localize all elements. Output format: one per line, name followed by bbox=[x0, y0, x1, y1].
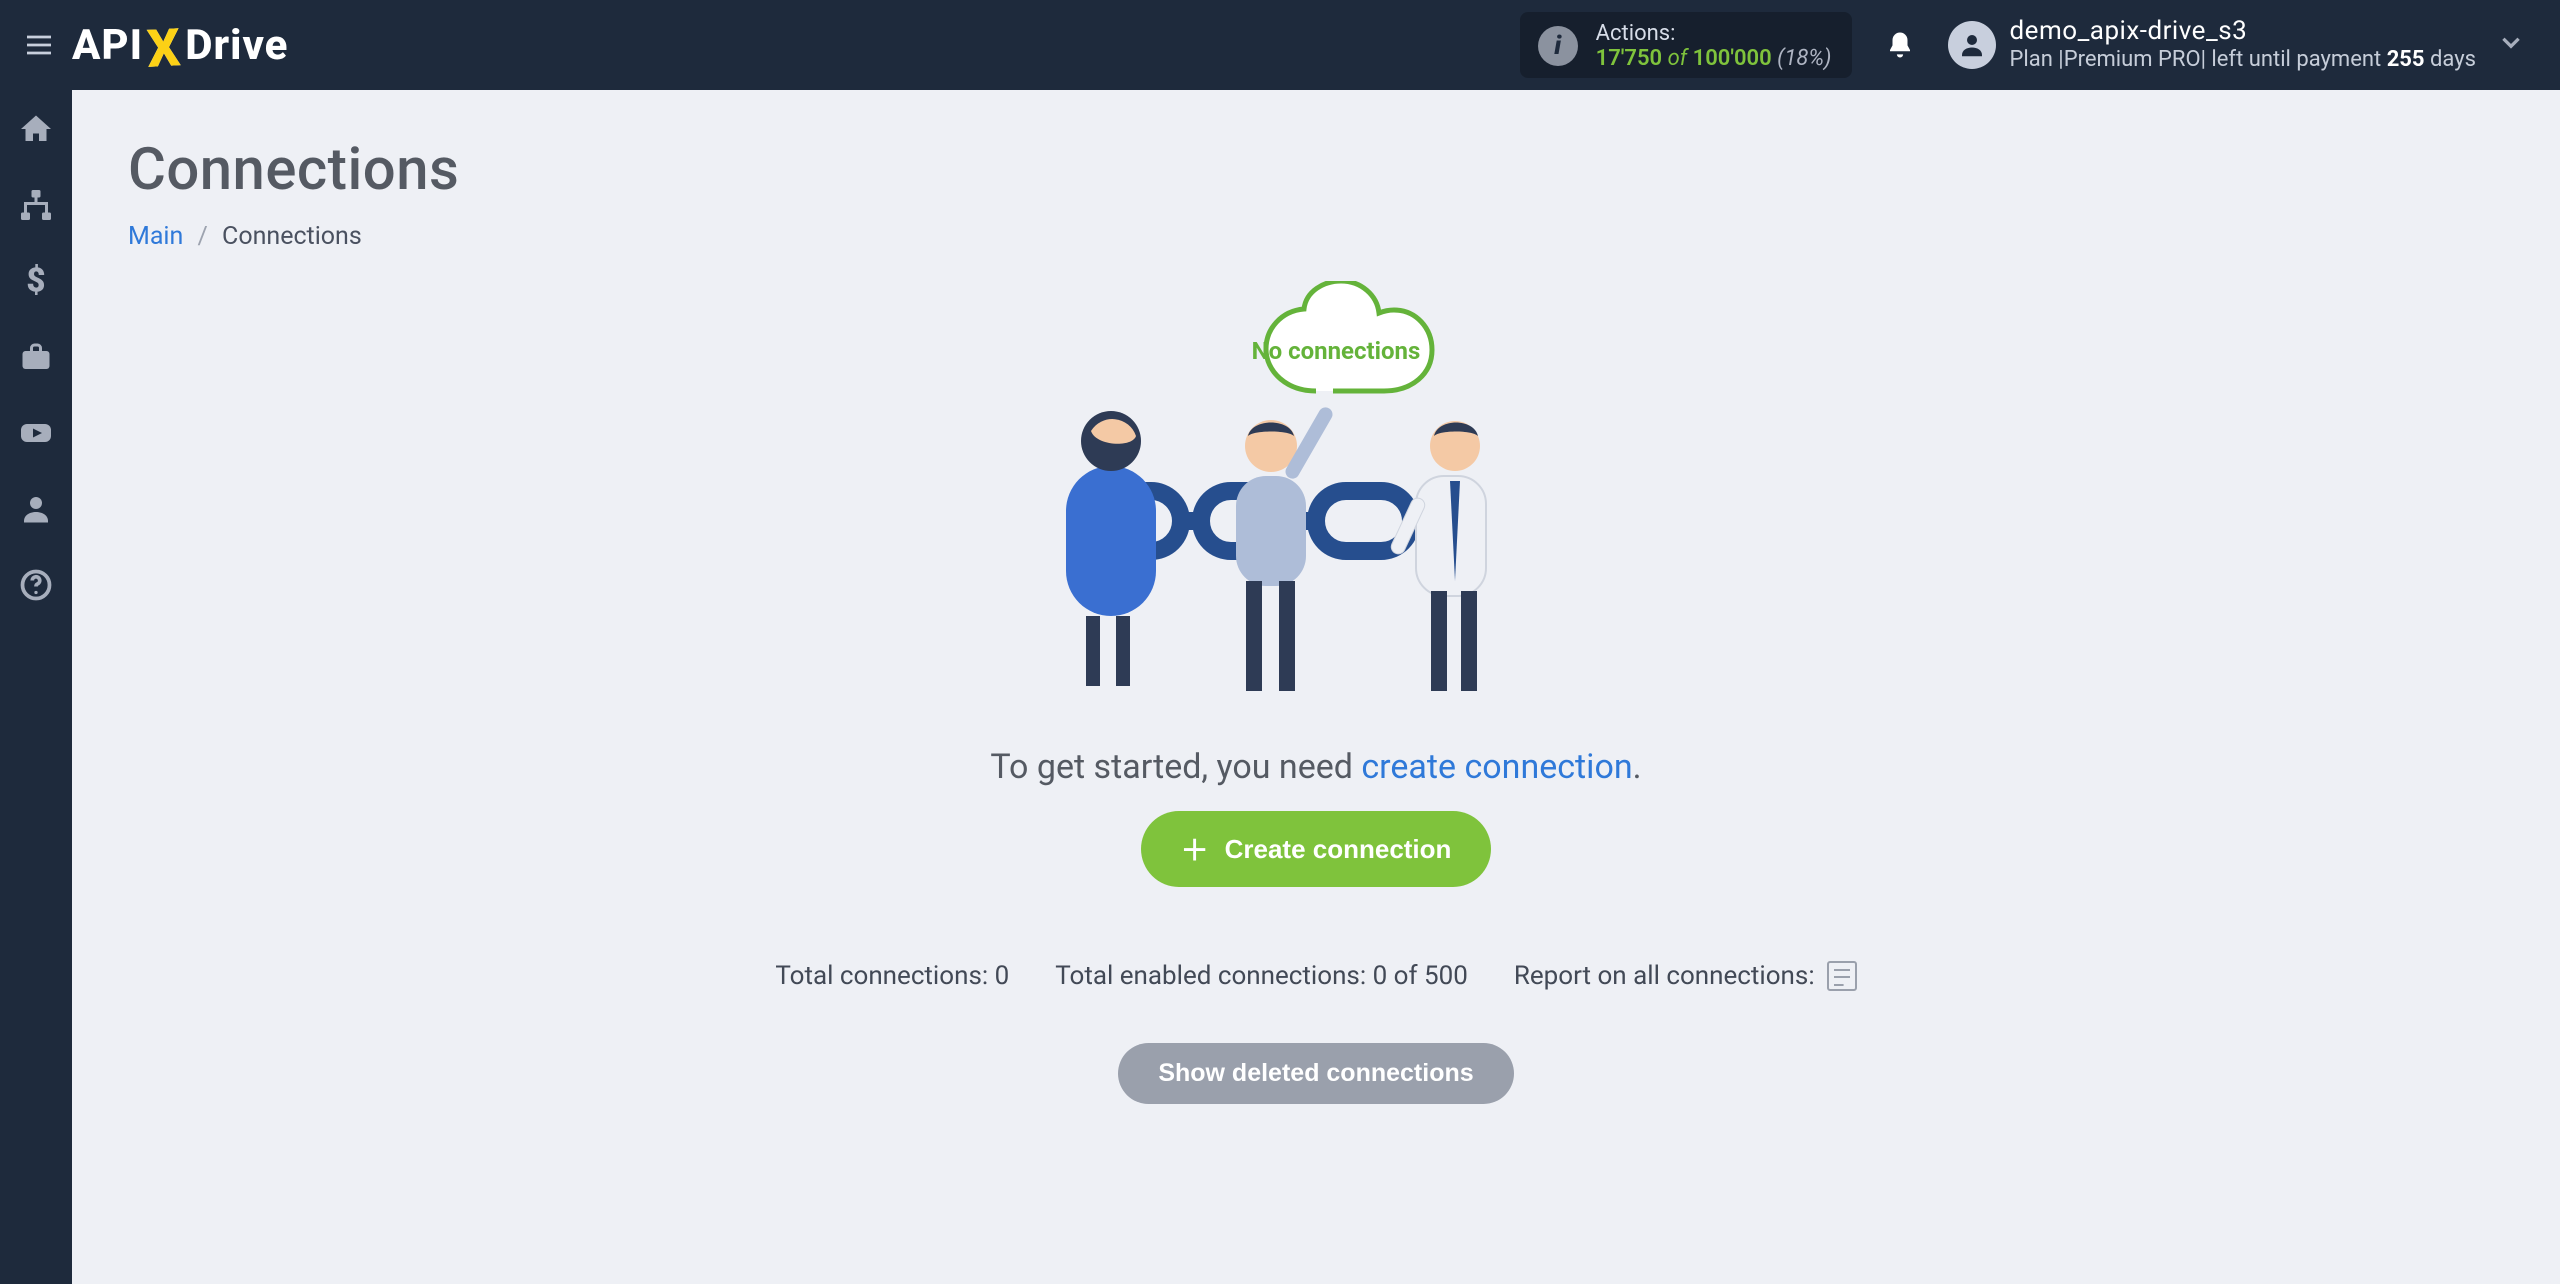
sidebar-item-video[interactable] bbox=[13, 410, 59, 456]
sidebar-item-home[interactable] bbox=[13, 106, 59, 152]
stat-enabled: Total enabled connections: 0 of 500 bbox=[1055, 961, 1468, 991]
account-info[interactable]: demo_apix-drive_s3 Plan |Premium PRO| le… bbox=[2010, 16, 2477, 74]
empty-state: No connections bbox=[128, 281, 2504, 1104]
svg-text:$: $ bbox=[26, 263, 45, 299]
breadcrumb: Main / Connections bbox=[128, 222, 2504, 251]
sidebar-item-connections[interactable] bbox=[13, 182, 59, 228]
create-connection-link[interactable]: create connection bbox=[1361, 747, 1632, 787]
main-content: Connections Main / Connections No connec… bbox=[72, 90, 2560, 1284]
actions-usage-pill[interactable]: i Actions: 17'750 of 100'000 (18%) bbox=[1520, 12, 1852, 78]
account-avatar[interactable] bbox=[1948, 21, 1996, 69]
stat-report: Report on all connections: bbox=[1514, 961, 1857, 991]
account-name: demo_apix-drive_s3 bbox=[2010, 16, 2477, 47]
breadcrumb-sep: / bbox=[198, 222, 208, 251]
create-connection-label: Create connection bbox=[1225, 834, 1452, 865]
brand-pre: API bbox=[72, 21, 143, 70]
plus-icon: ＋ bbox=[1181, 829, 1209, 869]
info-icon: i bbox=[1538, 26, 1578, 66]
brand-logo[interactable]: API X Drive bbox=[72, 18, 288, 73]
cloud-text: No connections bbox=[1252, 337, 1421, 365]
breadcrumb-current: Connections bbox=[222, 222, 362, 251]
actions-usage-text: Actions: 17'750 of 100'000 (18%) bbox=[1596, 21, 1832, 72]
sidebar-item-briefcase[interactable] bbox=[13, 334, 59, 380]
account-plan: Plan |Premium PRO| left until payment 25… bbox=[2010, 47, 2477, 73]
sidebar-item-billing[interactable]: $ bbox=[13, 258, 59, 304]
breadcrumb-root[interactable]: Main bbox=[128, 222, 183, 251]
menu-toggle-button[interactable] bbox=[14, 20, 64, 70]
sidebar-item-help[interactable] bbox=[13, 562, 59, 608]
empty-illustration: No connections bbox=[1006, 281, 1626, 721]
brand-x: X bbox=[146, 17, 183, 80]
notifications-button[interactable] bbox=[1870, 15, 1930, 75]
show-deleted-button[interactable]: Show deleted connections bbox=[1118, 1043, 1513, 1104]
stats-row: Total connections: 0 Total enabled conne… bbox=[775, 961, 1856, 991]
sidebar-item-profile[interactable] bbox=[13, 486, 59, 532]
sidebar: $ bbox=[0, 90, 72, 1284]
create-connection-button[interactable]: ＋ Create connection bbox=[1141, 811, 1492, 887]
empty-state-text: To get started, you need create connecti… bbox=[990, 747, 1641, 787]
page-title: Connections bbox=[128, 136, 2504, 204]
stat-total: Total connections: 0 bbox=[775, 961, 1009, 991]
account-dropdown-toggle[interactable] bbox=[2476, 28, 2546, 63]
document-icon[interactable] bbox=[1827, 961, 1857, 991]
top-bar: API X Drive i Actions: 17'750 of 100'000… bbox=[0, 0, 2560, 90]
brand-post: Drive bbox=[185, 21, 288, 70]
